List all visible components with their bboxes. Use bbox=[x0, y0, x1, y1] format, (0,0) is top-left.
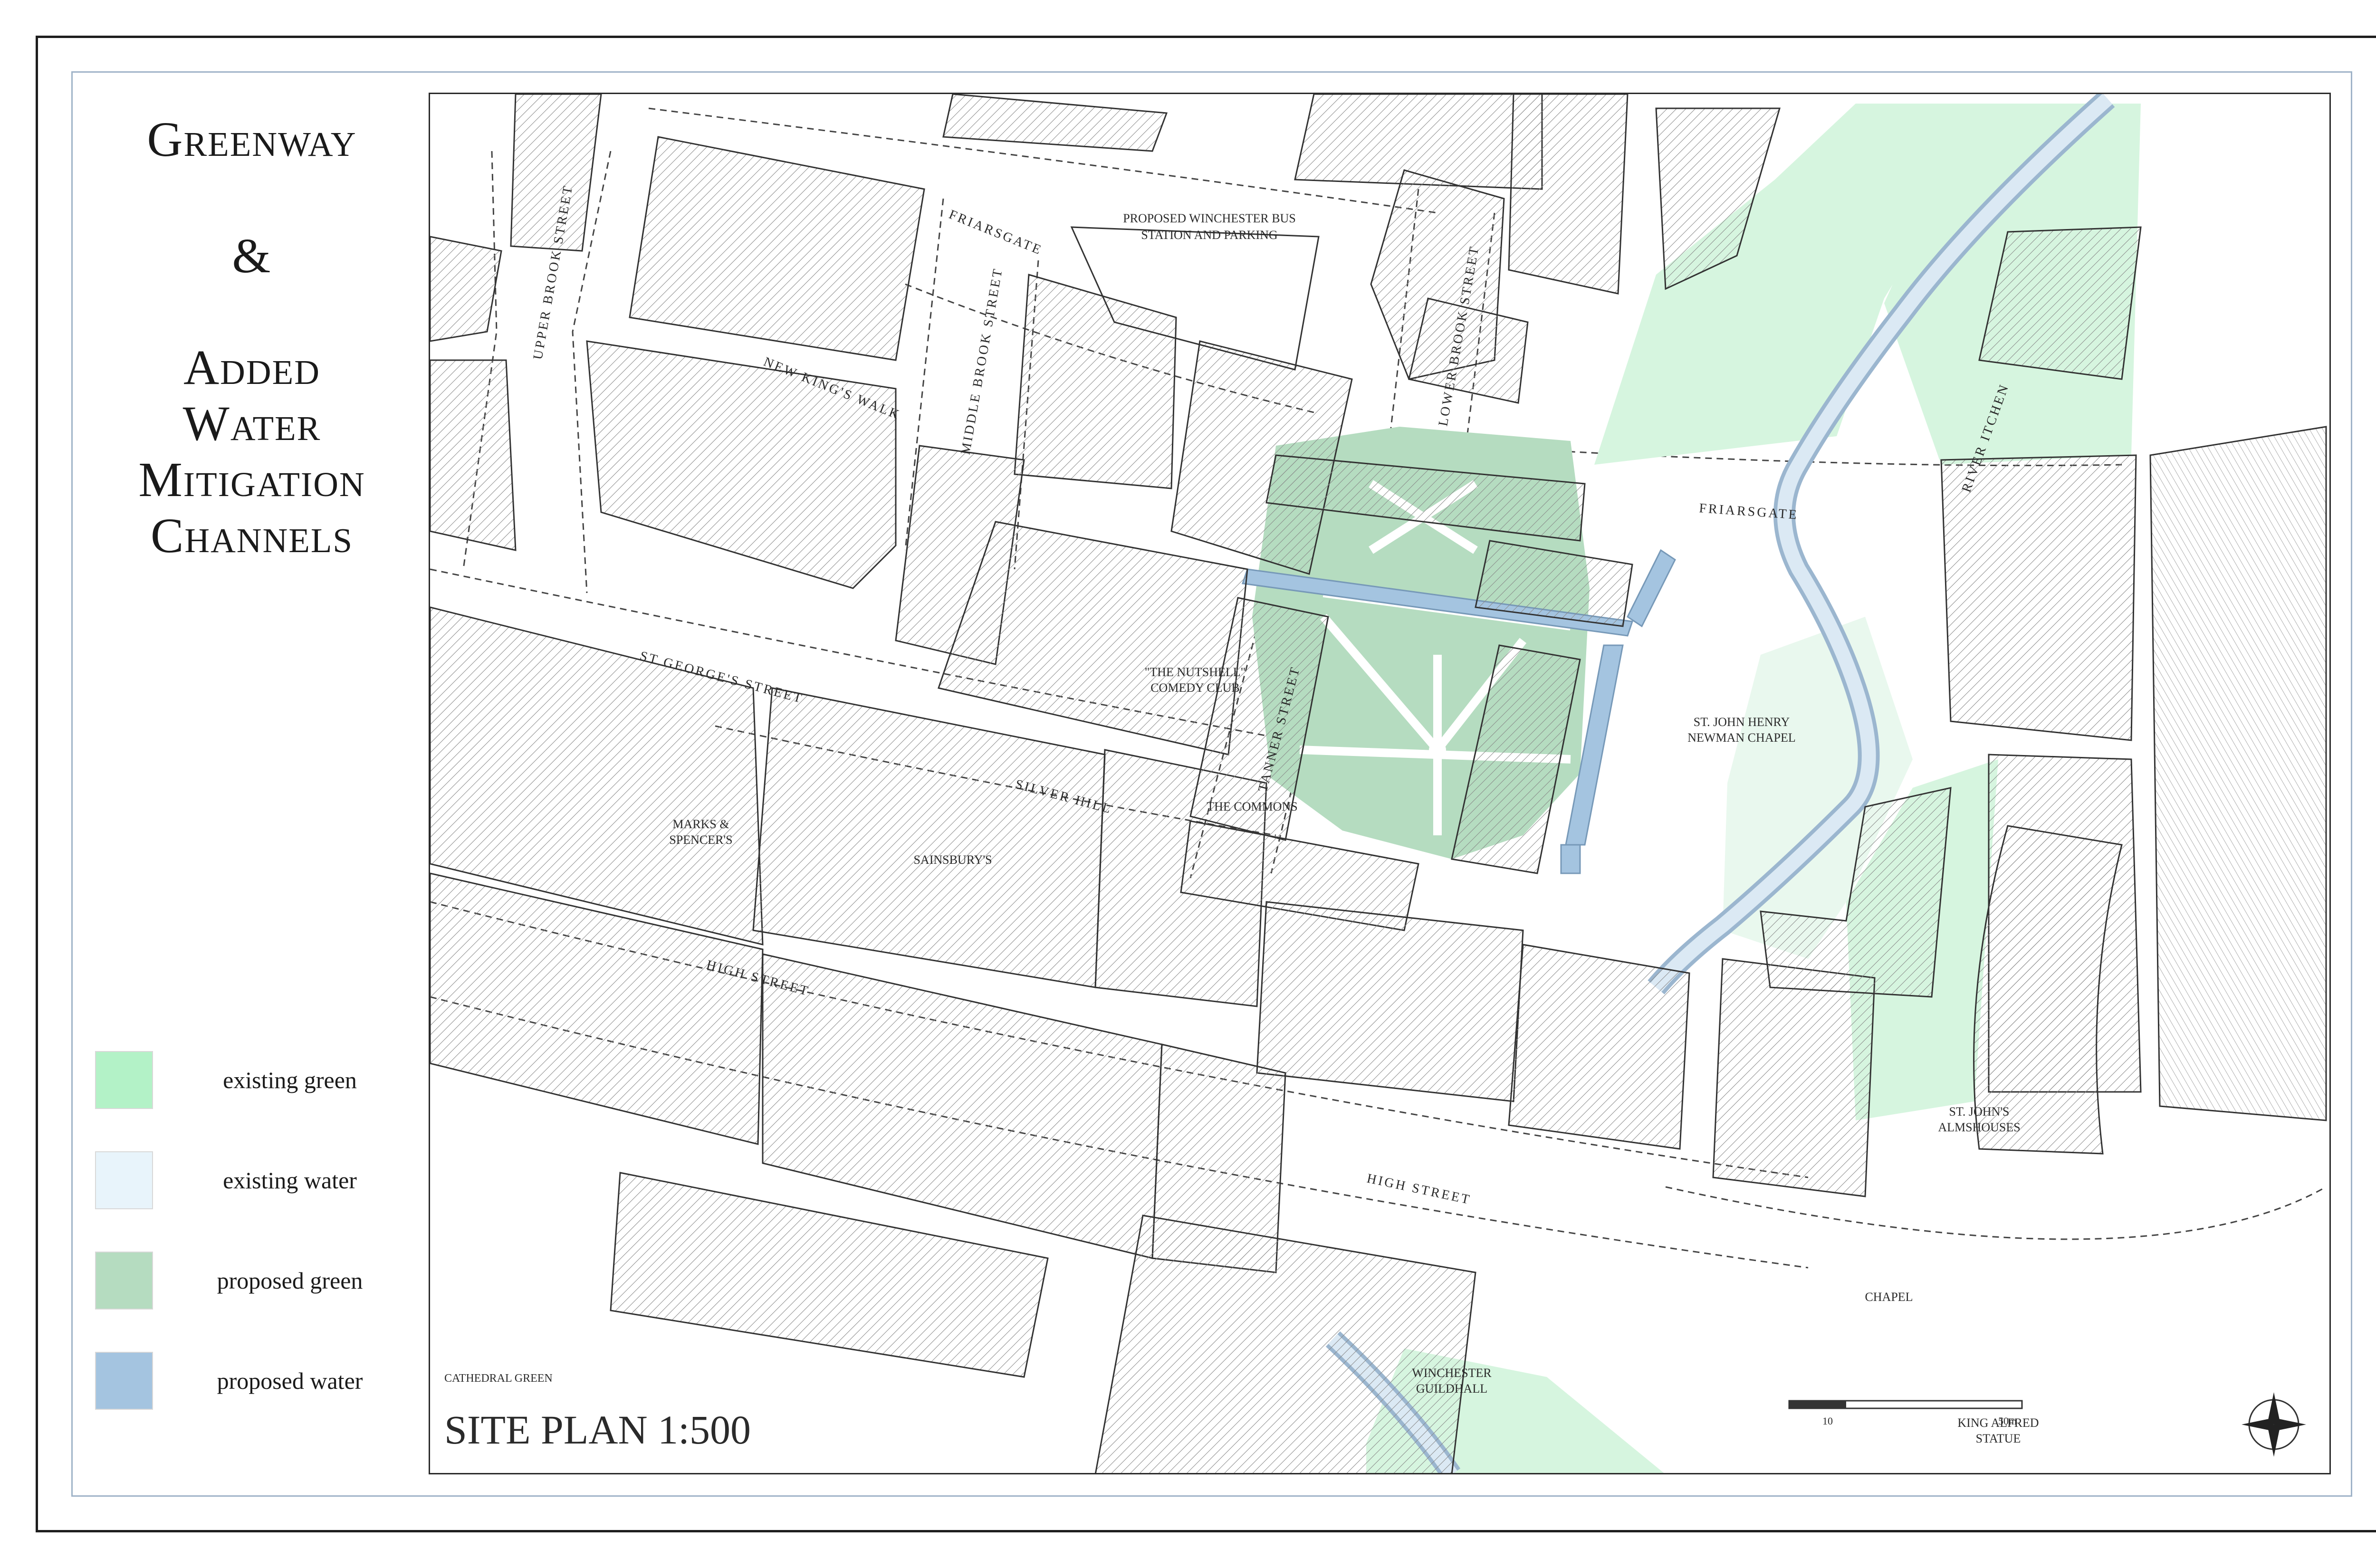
label-nutshell-1: "THE NUTSHELL" bbox=[1145, 665, 1246, 679]
scale-label-50: 50m bbox=[1998, 1415, 2017, 1427]
building-high-east bbox=[1508, 944, 1690, 1150]
building-block-middle-brook bbox=[1014, 274, 1177, 489]
swatch-existing-green bbox=[95, 1051, 153, 1109]
label-marks-spencer-1: MARKS & bbox=[672, 817, 729, 831]
legend-panel: Greenway & Added Water Mitigation Channe… bbox=[71, 71, 423, 1497]
building-guildhall bbox=[1095, 1214, 1476, 1473]
building-high-north-east bbox=[1256, 901, 1524, 1102]
title-line-6: Channels bbox=[150, 508, 354, 563]
label-king-alfred-2: STATUE bbox=[1976, 1432, 2021, 1445]
building-east-terrace-1 bbox=[1940, 454, 2137, 741]
building-block-terrace bbox=[1508, 94, 1629, 295]
site-plan-map: UPPER BROOK STREET MIDDLE BROOK STREET L… bbox=[429, 93, 2331, 1474]
swatch-proposed-water bbox=[95, 1352, 153, 1410]
swatch-proposed-green bbox=[95, 1252, 153, 1310]
building-block-3 bbox=[586, 340, 897, 589]
building-block-nw-3 bbox=[430, 359, 517, 551]
label-chapel: CHAPEL bbox=[1865, 1290, 1913, 1304]
label-guildhall-1: WINCHESTER bbox=[1412, 1366, 1492, 1380]
label-commons: THE COMMONS bbox=[1207, 800, 1297, 813]
legend-label: proposed green bbox=[217, 1267, 363, 1294]
label-nutshell-2: COMEDY CLUB bbox=[1150, 681, 1240, 695]
label-newman-2: NEWMAN CHAPEL bbox=[1687, 731, 1796, 745]
title-line-1: Greenway bbox=[147, 112, 357, 167]
map-drawing: UPPER BROOK STREET MIDDLE BROOK STREET L… bbox=[430, 94, 2327, 1473]
proposed-water-river-link bbox=[1627, 549, 1676, 628]
label-middle-brook-street: MIDDLE BROOK STREET bbox=[958, 266, 1006, 456]
north-arrow-icon bbox=[2242, 1392, 2306, 1457]
label-sainsburys: SAINSBURY'S bbox=[913, 853, 992, 867]
label-bus-station-1: PROPOSED WINCHESTER BUS bbox=[1123, 211, 1296, 225]
building-block-silver-hill bbox=[938, 521, 1248, 755]
scale-label-10: 10 bbox=[1822, 1415, 1833, 1427]
building-chapel bbox=[1712, 958, 1876, 1197]
label-almshouses-1: ST. JOHN'S bbox=[1949, 1105, 2009, 1119]
label-almshouses-2: ALMSHOUSES bbox=[1938, 1120, 2020, 1134]
title-line-4: Water bbox=[182, 396, 321, 451]
label-bus-station-2: STATION AND PARKING bbox=[1141, 228, 1277, 242]
building-block-2 bbox=[942, 94, 1168, 152]
site-plan-title: SITE PLAN 1:500 bbox=[444, 1407, 751, 1453]
swatch-existing-water bbox=[95, 1151, 153, 1209]
title-line-5: Mitigation bbox=[138, 452, 365, 507]
label-friarsgate-north: FRIARSGATE bbox=[947, 207, 1044, 258]
proposed-water-south bbox=[1560, 844, 1581, 874]
building-east-far bbox=[2149, 426, 2327, 1121]
title-line-2: & bbox=[232, 229, 272, 283]
legend-item-proposed-water: proposed water bbox=[95, 1352, 428, 1414]
building-block-nw-2 bbox=[430, 236, 502, 342]
road-south-curve bbox=[1665, 1186, 2327, 1240]
legend-item-proposed-green: proposed green bbox=[95, 1252, 428, 1313]
commons-centre bbox=[1429, 741, 1446, 758]
title-line-3: Added bbox=[183, 340, 320, 395]
legend-item-existing-green: existing green bbox=[95, 1051, 428, 1113]
building-sainsburys bbox=[752, 687, 1106, 988]
label-guildhall-2: GUILDHALL bbox=[1416, 1382, 1487, 1396]
label-newman-1: ST. JOHN HENRY bbox=[1694, 715, 1790, 729]
legend-item-existing-water: existing water bbox=[95, 1151, 428, 1213]
building-block-ne-1 bbox=[629, 136, 925, 361]
label-cathedral-green: CATHEDRAL GREEN bbox=[444, 1372, 553, 1385]
legend-label: proposed water bbox=[217, 1367, 363, 1394]
label-marks-spencer-2: SPENCER'S bbox=[669, 833, 732, 847]
legend-label: existing green bbox=[223, 1067, 357, 1093]
scale-bar-fill bbox=[1789, 1401, 1846, 1408]
legend-label: existing water bbox=[223, 1167, 357, 1194]
building-block-ne-5 bbox=[1978, 226, 2142, 380]
